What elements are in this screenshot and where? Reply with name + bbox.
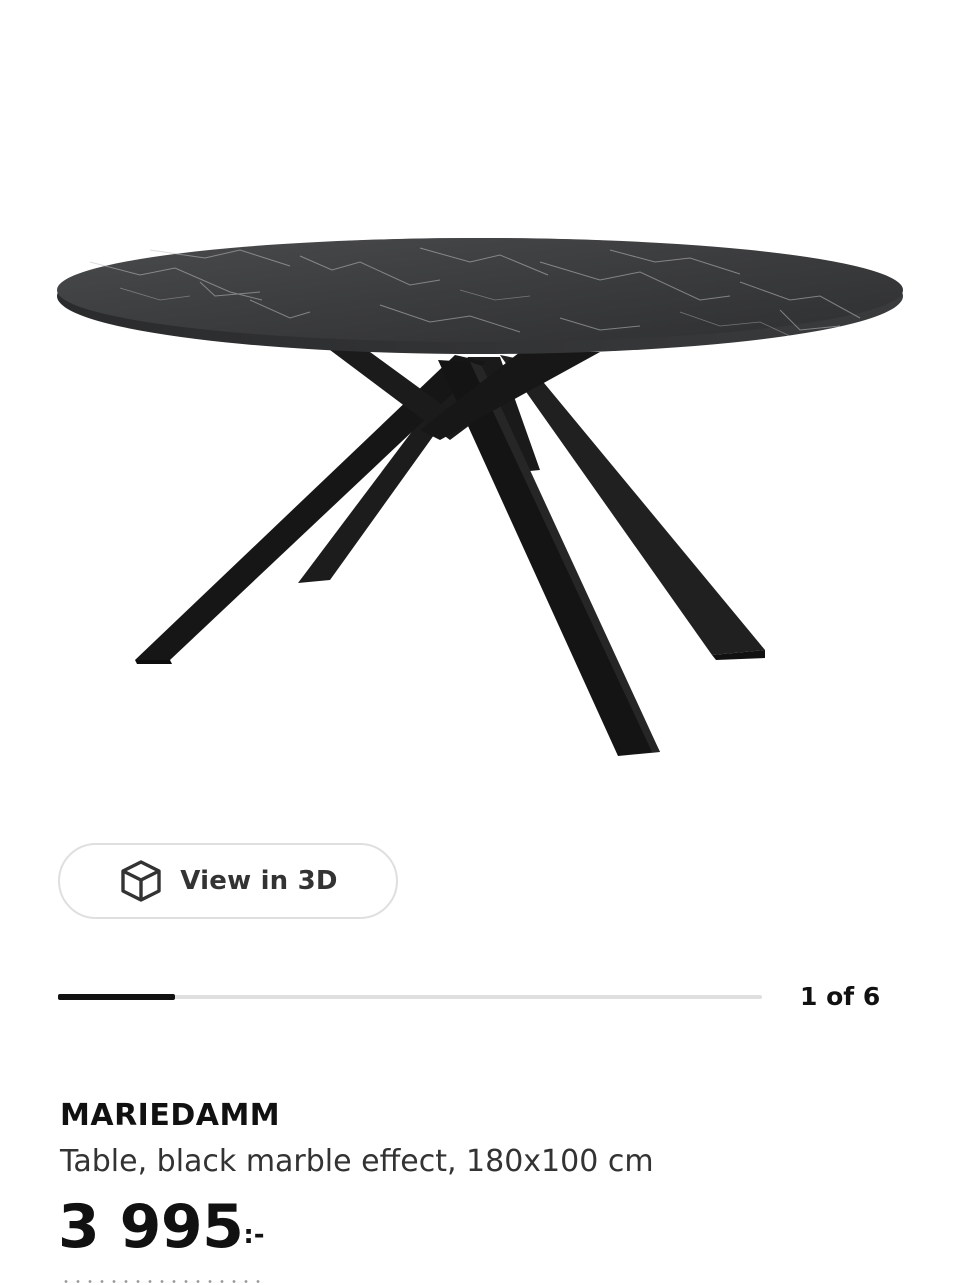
gallery-progress-fill (58, 994, 175, 1000)
view-in-3d-button[interactable]: View in 3D (58, 843, 398, 919)
gallery-progress-track[interactable] (58, 994, 762, 1000)
product-price: 3 995 :- (58, 1192, 265, 1262)
product-description: Table, black marble effect, 180x100 cm (60, 1144, 654, 1179)
product-name: MARIEDAMM (60, 1098, 281, 1133)
rating-dots (60, 1280, 260, 1283)
price-suffix: :- (243, 1220, 265, 1250)
cube-icon (118, 858, 164, 904)
view-in-3d-label: View in 3D (180, 866, 338, 896)
price-amount: 3 995 (58, 1192, 244, 1262)
product-image[interactable] (0, 0, 960, 820)
rating-row-cutoff (60, 1272, 300, 1285)
table-illustration (57, 238, 903, 756)
gallery-pager-text: 1 of 6 (800, 982, 881, 1011)
